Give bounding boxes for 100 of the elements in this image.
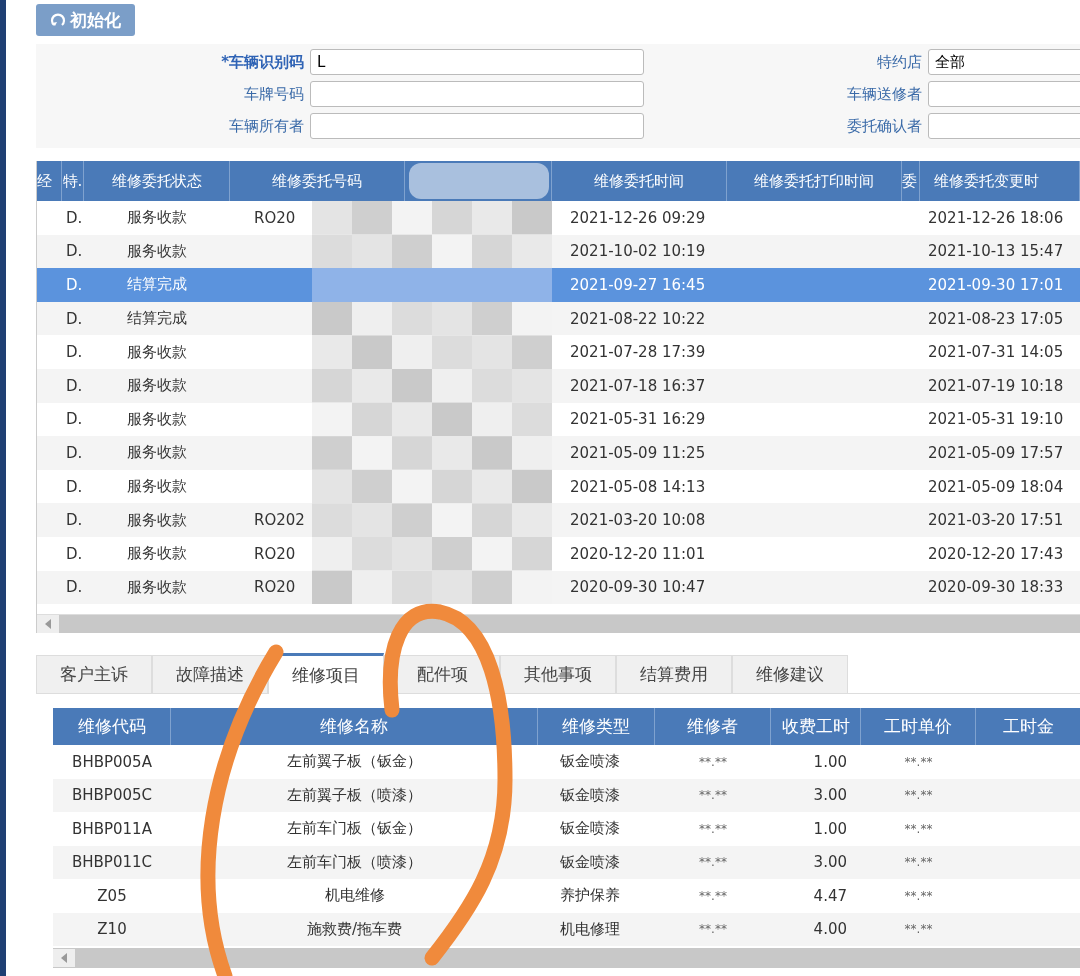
- table-cell: 2021-10-02 10:19: [570, 242, 706, 261]
- table-cell: D.: [66, 343, 83, 362]
- table-cell: 3.00: [813, 853, 847, 872]
- horizontal-scrollbar[interactable]: [37, 614, 1080, 634]
- tab[interactable]: 结算费用: [616, 655, 732, 694]
- table-cell: BHBP011C: [72, 853, 152, 872]
- table-cell: BHBP005A: [72, 752, 152, 771]
- table-cell: 2021-05-31 19:10: [928, 410, 1064, 429]
- table-cell: 4.47: [813, 886, 847, 905]
- table-cell: **.**: [699, 888, 727, 903]
- table-cell: 2021-12-26 18:06: [928, 208, 1064, 227]
- table-cell: 2020-09-30 10:47: [570, 578, 706, 597]
- tab[interactable]: 维修建议: [732, 655, 848, 694]
- table-cell: **.**: [699, 788, 727, 803]
- input-field[interactable]: 全部: [928, 49, 1080, 75]
- input-field[interactable]: L: [310, 49, 644, 75]
- scroll-left-icon: [60, 953, 68, 964]
- table-cell: RO20: [254, 208, 296, 227]
- table-cell: 钣金喷漆: [560, 785, 620, 805]
- table-cell: 服务收款: [127, 510, 187, 530]
- table-cell: 机电修理: [560, 919, 620, 939]
- table-cell: 钣金喷漆: [560, 752, 620, 772]
- table-cell: 2020-12-20 17:43: [928, 544, 1064, 563]
- table-cell: **.**: [699, 922, 727, 937]
- table-cell: 服务收款: [127, 376, 187, 396]
- table-cell: 结算完成: [127, 309, 187, 329]
- table-cell: D.: [66, 309, 83, 328]
- table-cell: 1.00: [813, 819, 847, 838]
- table-cell: D.: [66, 511, 83, 530]
- tab[interactable]: 故障描述: [152, 655, 268, 694]
- table-cell: **.**: [699, 855, 727, 870]
- table-cell: **.**: [699, 821, 727, 836]
- field-label: 车辆送修者: [847, 84, 922, 104]
- table-cell: 养护保养: [560, 886, 620, 906]
- table-cell: 2021-10-13 15:47: [928, 242, 1064, 261]
- table-cell: 服务收款: [127, 477, 187, 497]
- column-header[interactable]: 维修类型: [538, 708, 655, 746]
- table-cell: **.**: [904, 754, 933, 769]
- table-cell: 2021-08-22 10:22: [570, 309, 706, 328]
- table-cell: 服务收款: [127, 342, 187, 362]
- table-cell: **.**: [904, 855, 933, 870]
- table-cell: **.**: [699, 754, 727, 769]
- table-cell: 结算完成: [127, 275, 187, 295]
- table-cell: 2021-05-09 17:57: [928, 443, 1064, 462]
- table-cell: RO20: [254, 544, 296, 563]
- field-label: 车辆所有者: [229, 116, 304, 136]
- table-cell: D.: [66, 477, 83, 496]
- table-cell: 钣金喷漆: [560, 819, 620, 839]
- table-cell: **.**: [904, 788, 933, 803]
- column-header[interactable]: 维修名称: [171, 708, 538, 746]
- table-cell: 服务收款: [127, 577, 187, 597]
- column-header[interactable]: 维修代码: [53, 708, 171, 746]
- column-header[interactable]: 工时金: [976, 708, 1080, 746]
- tab[interactable]: 其他事项: [500, 655, 616, 694]
- table-cell: 服务收款: [127, 208, 187, 228]
- table-cell: 2021-07-19 10:18: [928, 376, 1064, 395]
- table-cell: 2021-12-26 09:29: [570, 208, 706, 227]
- table-cell: 2021-09-27 16:45: [570, 276, 706, 294]
- table-cell: 2021-03-20 17:51: [928, 511, 1064, 530]
- table-cell: Z05: [97, 886, 127, 905]
- table-cell: 服务收款: [127, 443, 187, 463]
- table-cell: Z10: [97, 920, 127, 939]
- table-cell: 服务收款: [127, 544, 187, 564]
- column-header[interactable]: 工时单价: [861, 708, 976, 746]
- table-cell: D.: [66, 443, 83, 462]
- column-header[interactable]: 维修者: [655, 708, 771, 746]
- refresh-icon: [50, 12, 66, 28]
- table-cell: 2021-05-08 14:13: [570, 477, 706, 496]
- table-cell: 2021-07-28 17:39: [570, 343, 706, 362]
- table-cell: **.**: [904, 922, 933, 937]
- field-label: 特约店: [877, 52, 922, 72]
- scroll-left-icon: [44, 619, 52, 630]
- input-field[interactable]: [928, 81, 1080, 107]
- horizontal-scrollbar[interactable]: [53, 948, 1080, 969]
- table-cell: D.: [66, 578, 83, 597]
- input-field[interactable]: [928, 113, 1080, 139]
- table-cell: **.**: [904, 821, 933, 836]
- table-cell: 3.00: [813, 786, 847, 805]
- table-cell: 4.00: [813, 920, 847, 939]
- table-cell: 左前翼子板（钣金）: [287, 752, 422, 772]
- table-cell: RO202: [254, 511, 305, 530]
- column-header[interactable]: 收费工时: [771, 708, 861, 746]
- tab[interactable]: 客户主诉: [36, 655, 152, 694]
- table-cell: 2020-09-30 18:33: [928, 578, 1064, 597]
- table-cell: 左前车门板（喷漆）: [287, 852, 422, 872]
- tab[interactable]: 维修项目: [268, 653, 384, 695]
- table-cell: 左前翼子板（喷漆）: [287, 785, 422, 805]
- input-field[interactable]: [310, 81, 644, 107]
- field-label: *车辆识别码: [221, 52, 304, 72]
- table-cell: D.: [66, 376, 83, 395]
- table-cell: 2021-07-31 14:05: [928, 343, 1064, 362]
- table-cell: 2020-12-20 11:01: [570, 544, 706, 563]
- table-cell: 服务收款: [127, 241, 187, 261]
- table-cell: 钣金喷漆: [560, 852, 620, 872]
- input-field[interactable]: [310, 113, 644, 139]
- table-cell: 2021-05-09 18:04: [928, 477, 1064, 496]
- table-cell: 2021-09-30 17:01: [928, 276, 1064, 294]
- table-cell: 2021-05-09 11:25: [570, 443, 706, 462]
- table-cell: D.: [66, 410, 83, 429]
- table-cell: RO20: [254, 578, 296, 597]
